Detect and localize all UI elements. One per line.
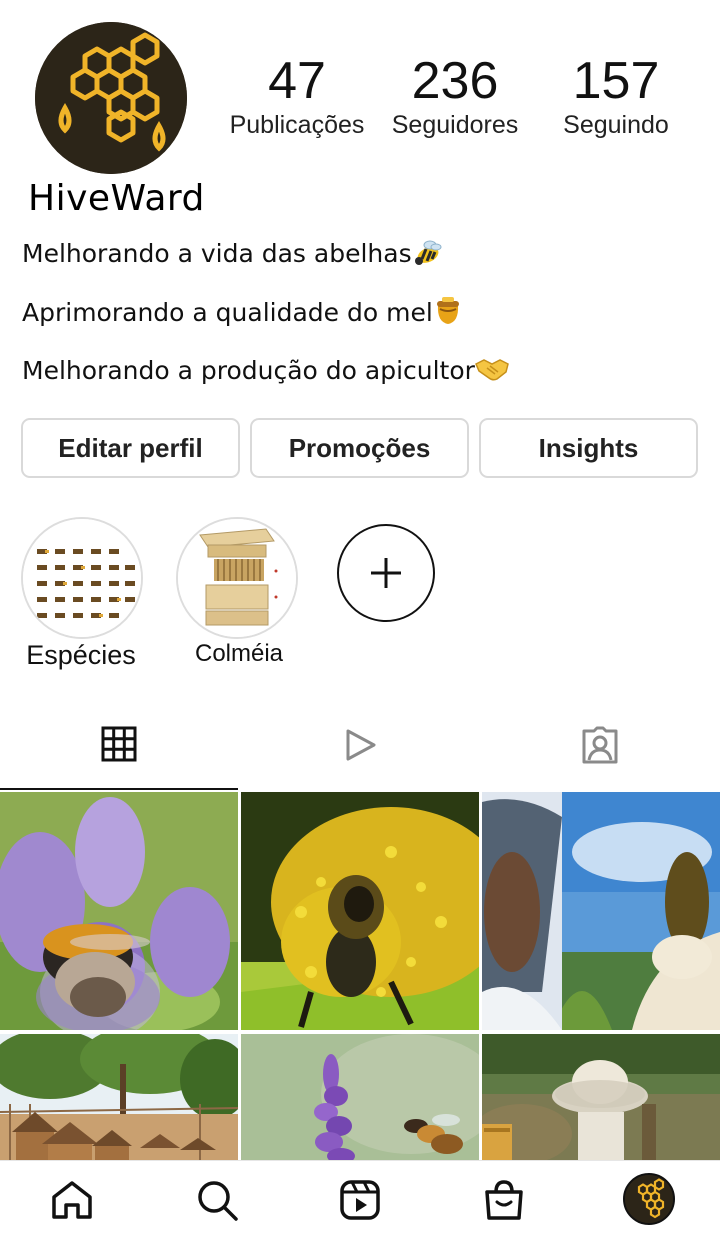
stat-followers[interactable]: 236 Seguidores [385,52,525,140]
honeycomb-logo-icon [35,22,187,174]
wooden-beehives-image [0,1034,238,1160]
home-icon [52,1181,92,1219]
followers-count: 236 [411,52,499,110]
grid-post-2[interactable] [241,792,479,1030]
bee-near-lavender-image [241,1034,479,1160]
bio-line-2-text: Aprimorando a qualidade do mel [22,298,433,327]
bio-line-1-text: Melhorando a vida das abelhas [22,239,412,268]
bottom-navigation [0,1160,720,1236]
bee-emoji-icon [412,238,442,272]
highlight-colmeia-label: Colméia [194,640,284,667]
followers-label: Seguidores [391,111,519,139]
tagged-person-icon [582,726,618,764]
posts-count: 47 [268,52,326,110]
nav-home[interactable] [47,1175,97,1225]
grid-post-5[interactable] [241,1034,479,1160]
grid-icon [101,726,137,762]
nav-reels[interactable] [335,1175,385,1225]
following-label: Seguindo [563,111,669,139]
posts-label: Publicações [229,111,365,139]
grid-post-1[interactable] [0,792,238,1030]
profile-username: HiveWard [28,178,205,219]
profile-avatar-icon [625,1175,673,1223]
handshake-emoji-icon [474,356,509,388]
grid-post-4[interactable] [0,1034,238,1160]
bio-line-3-text: Melhorando a produção do apicultor [22,356,475,385]
promotions-button[interactable]: Promoções [250,418,469,478]
bio-line-2: Aprimorando a qualidade do mel [22,296,463,332]
following-count: 157 [572,52,660,110]
play-icon [346,729,376,761]
tab-posts-grid[interactable] [0,700,238,790]
plus-icon [371,558,401,588]
pollen-covered-bee-image [241,792,479,1030]
nav-search[interactable] [192,1175,242,1225]
profile-avatar[interactable] [35,22,187,174]
edit-profile-button[interactable]: Editar perfil [21,418,240,478]
tab-reels[interactable] [240,700,480,790]
nav-shop[interactable] [479,1175,529,1225]
beekeeper-hat-image [482,1034,720,1160]
shopping-bag-icon [485,1180,523,1220]
grid-post-3[interactable] [482,792,720,1030]
stat-posts[interactable]: 47 Publicações [222,52,372,140]
tab-tagged[interactable] [480,700,720,790]
insights-button[interactable]: Insights [479,418,698,478]
nav-profile[interactable] [623,1173,675,1225]
highlight-colmeia[interactable] [176,517,298,639]
bio-line-3: Melhorando a produção do apicultor [22,356,509,388]
reels-icon [340,1180,380,1220]
highlight-especies-label: Espécies [26,640,136,670]
grid-post-6[interactable] [482,1034,720,1160]
beekeeper-swarm-image [482,792,720,1030]
honey-pot-emoji-icon [433,296,463,332]
highlight-especies[interactable] [21,517,143,639]
stat-following[interactable]: 157 Seguindo [548,52,684,140]
beehive-boxes-thumbnail-icon [178,519,296,637]
bumblebee-on-flower-image [0,792,238,1030]
bee-species-chart-thumbnail-icon [23,519,141,637]
search-icon [198,1181,238,1221]
bio-line-1: Melhorando a vida das abelhas [22,238,442,272]
new-highlight-button[interactable] [337,524,435,622]
